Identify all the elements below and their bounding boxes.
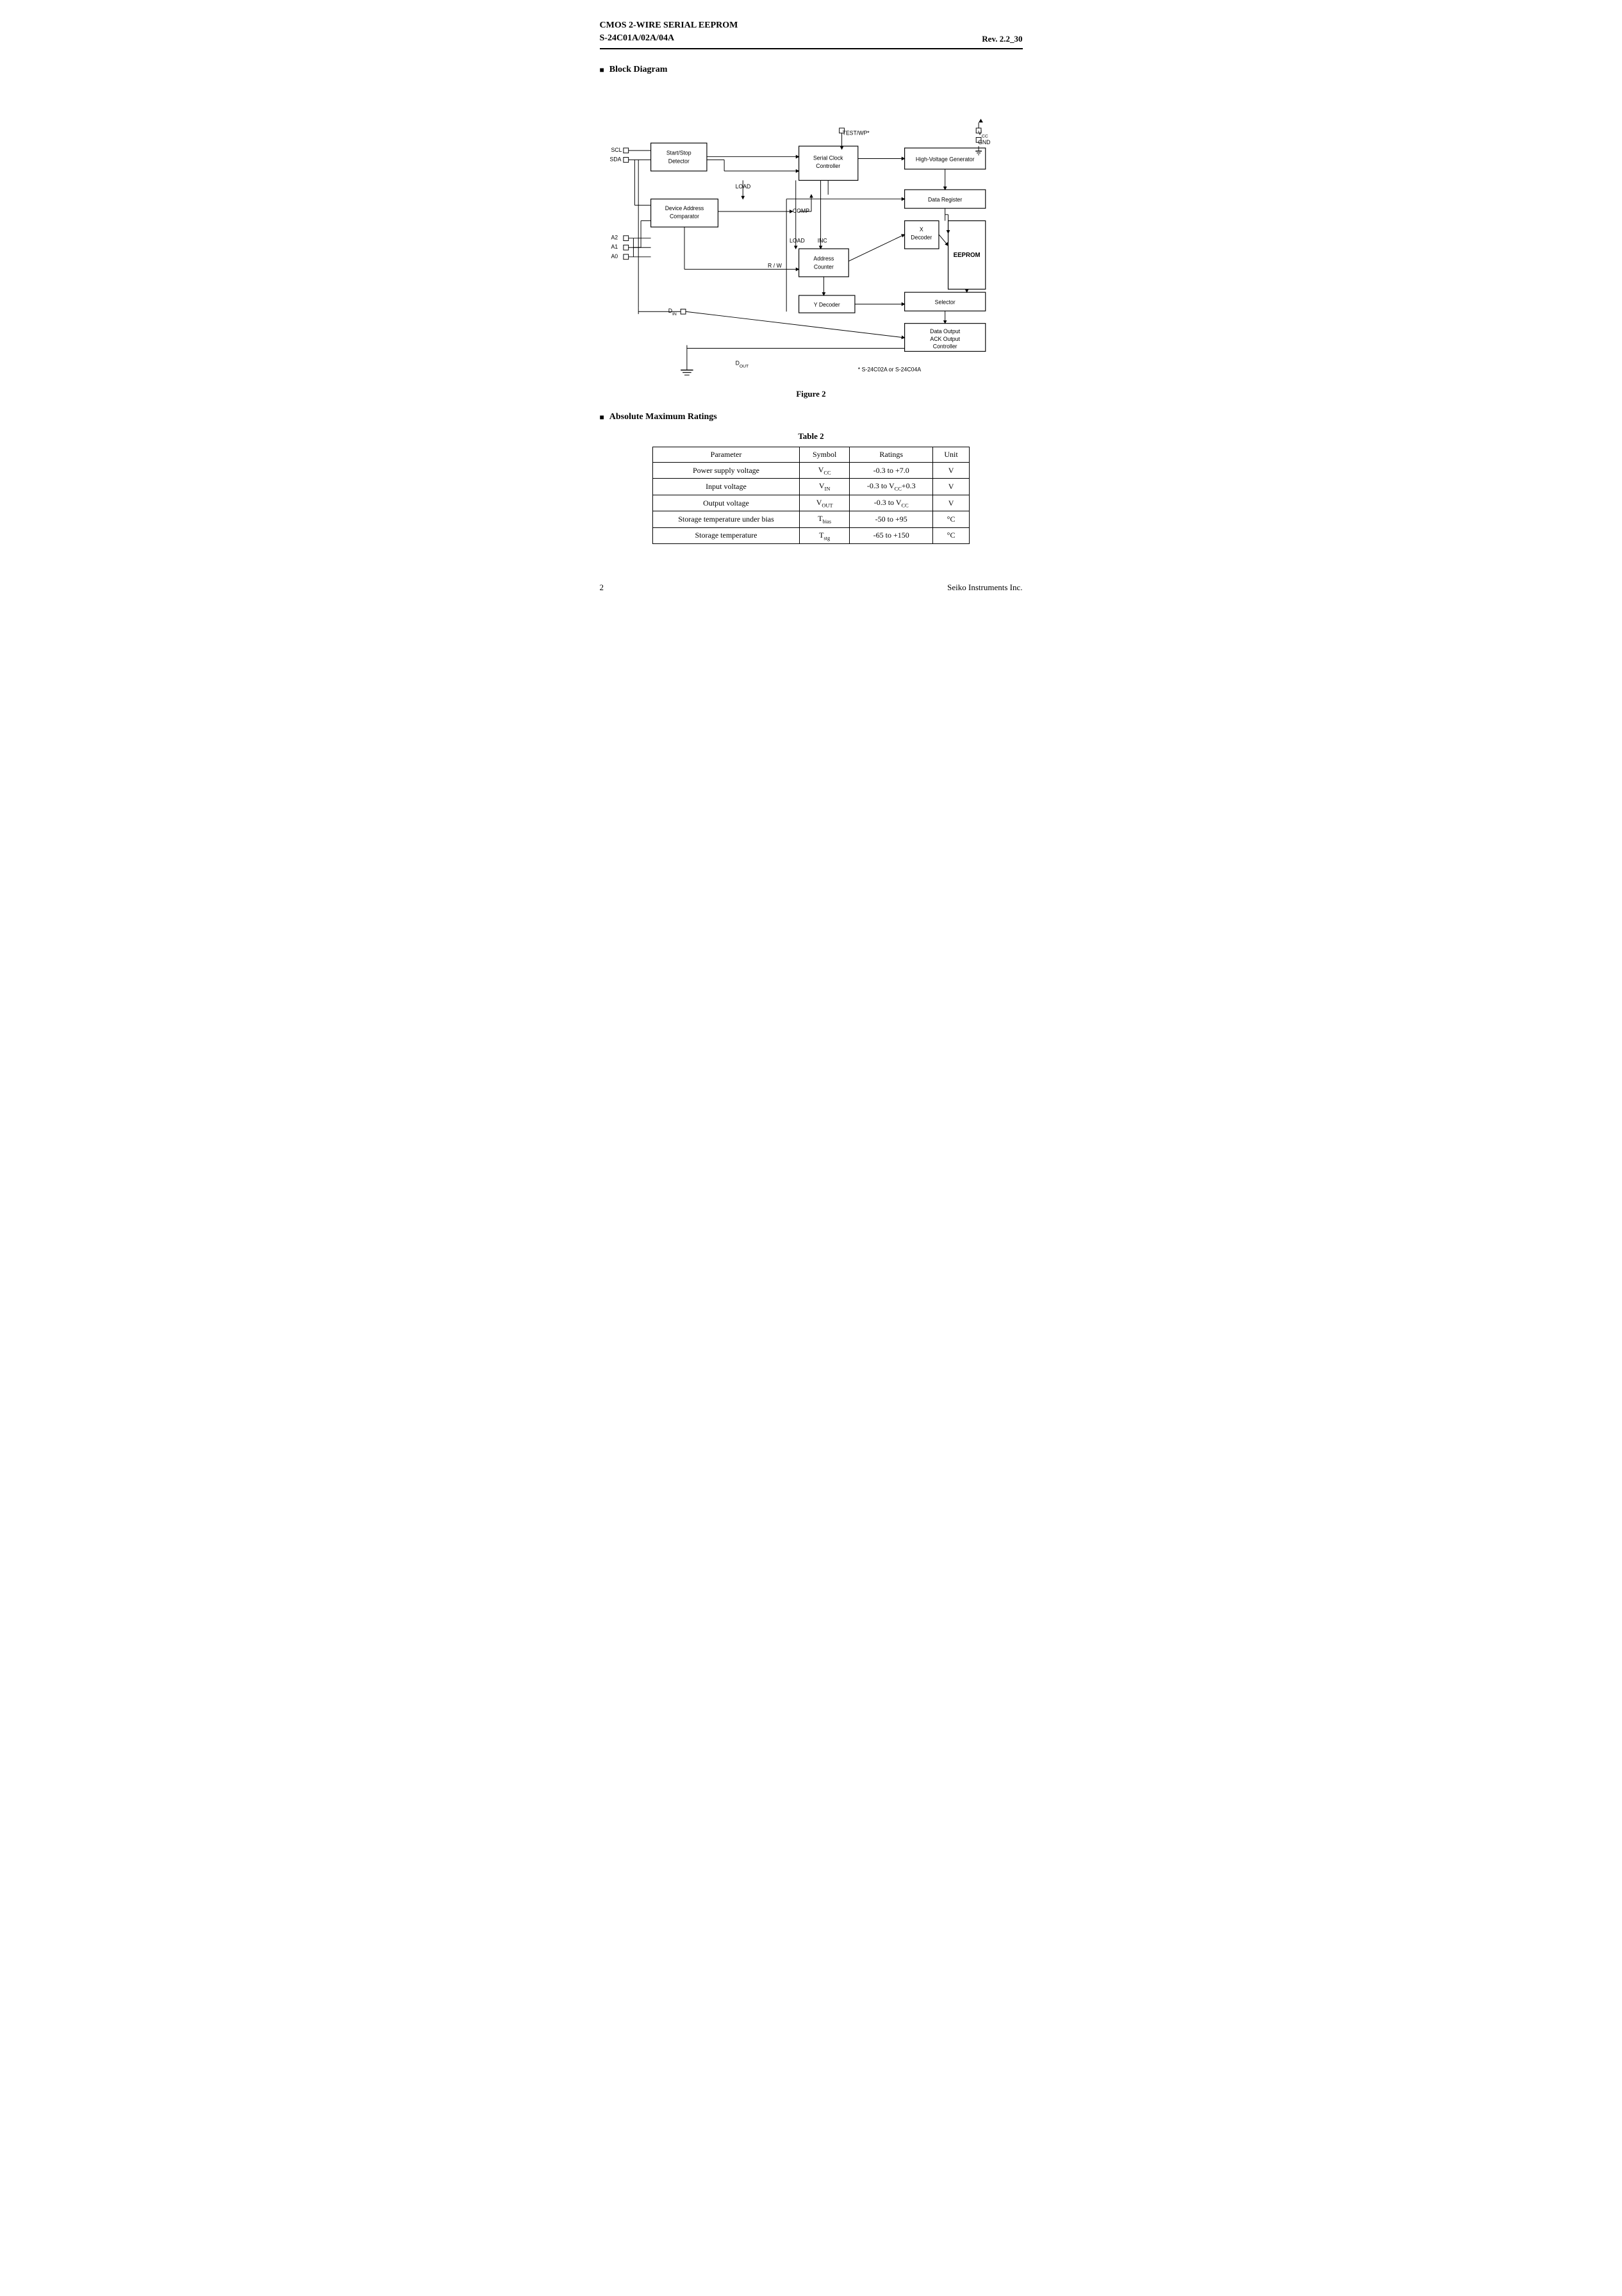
ydec-text: Y Decoder — [813, 302, 840, 308]
din-pin — [681, 310, 686, 315]
page-footer: 2 Seiko Instruments Inc. — [600, 582, 1023, 593]
din-label: DIN — [668, 308, 676, 317]
xdec-text-dec: Decoder — [911, 235, 932, 241]
a2-pin — [623, 236, 628, 241]
a0-pin — [623, 254, 628, 260]
eeprom-text: EEPROM — [953, 252, 980, 259]
ac-to-xdec — [848, 235, 904, 261]
doack-text1: Data Output — [930, 328, 961, 334]
doc-revision: Rev. 2.2_30 — [982, 34, 1022, 44]
testwp-label: TEST/WP* — [842, 130, 870, 136]
sda-pin — [623, 158, 628, 163]
block-diagram-heading: Block Diagram — [600, 65, 1023, 75]
figure-caption: Figure 2 — [600, 389, 1023, 399]
dac-text2: Comparator — [669, 213, 699, 220]
comp-label: COMP — [792, 208, 809, 214]
header-ratings: Ratings — [850, 447, 933, 463]
scc-text2: Controller — [816, 163, 840, 169]
block-diagram-container: SCL SDA Start/Stop Detector Serial Clock… — [600, 84, 1023, 383]
start-stop-text2: Detector — [668, 158, 689, 164]
start-stop-text1: Start/Stop — [666, 150, 691, 156]
start-stop-box — [650, 143, 706, 171]
table-row: Storage temperature under biasTbias-50 t… — [653, 511, 970, 527]
table-row: Power supply voltageVCC-0.3 to +7.0V — [653, 463, 970, 479]
rw-label: R / W — [768, 263, 782, 269]
scl-pin — [623, 148, 628, 153]
din-to-doack — [685, 311, 904, 338]
a1-pin — [623, 245, 628, 251]
xdec-text-x: X — [919, 226, 923, 233]
scl-label: SCL — [611, 147, 622, 153]
inc-label: INC — [817, 238, 827, 244]
ratings-heading: Absolute Maximum Ratings — [600, 412, 1023, 422]
scc-text1: Serial Clock — [813, 155, 843, 161]
page-header: CMOS 2-WIRE SERIAL EEPROM S-24C01A/02A/0… — [600, 19, 1023, 49]
selector-text: Selector — [934, 299, 955, 306]
sda-label: SDA — [609, 156, 621, 163]
table-title: Table 2 — [600, 431, 1023, 442]
xdec-to-eeprom — [938, 235, 948, 245]
table-row: Input voltageVIN-0.3 to VCC+0.3V — [653, 479, 970, 495]
ac-text1: Address — [813, 256, 834, 262]
load-label2: LOAD — [790, 238, 805, 244]
a0-label: A0 — [611, 253, 618, 260]
doack-text2: ACK Output — [930, 336, 960, 342]
data-register-text: Data Register — [928, 197, 962, 203]
page-number: 2 — [600, 582, 604, 593]
ac-box — [799, 249, 848, 277]
doack-text3: Controller — [932, 343, 957, 350]
vcc-triangle — [979, 119, 983, 123]
dout-label: DOUT — [735, 360, 749, 369]
header-unit: Unit — [933, 447, 970, 463]
company-name: Seiko Instruments Inc. — [947, 582, 1022, 593]
a2-label: A2 — [611, 235, 618, 241]
header-symbol: Symbol — [799, 447, 849, 463]
ratings-table: Parameter Symbol Ratings Unit Power supp… — [652, 447, 970, 544]
block-diagram-svg: SCL SDA Start/Stop Detector Serial Clock… — [600, 84, 1023, 383]
a1-label: A1 — [611, 244, 618, 250]
dac-text1: Device Address — [665, 205, 704, 211]
doc-title: CMOS 2-WIRE SERIAL EEPROM S-24C01A/02A/0… — [600, 19, 738, 44]
header-parameter: Parameter — [653, 447, 800, 463]
table-row: Output voltageVOUT-0.3 to VCCV — [653, 495, 970, 511]
table-header-row: Parameter Symbol Ratings Unit — [653, 447, 970, 463]
table-row: Storage temperatureTstg-65 to +150°C — [653, 527, 970, 543]
hvg-text: High-Voltage Generator — [915, 156, 974, 163]
footnote-asterisk: * S-24C02A or S-24C04A — [857, 367, 921, 373]
ac-text2: Counter — [813, 263, 833, 270]
